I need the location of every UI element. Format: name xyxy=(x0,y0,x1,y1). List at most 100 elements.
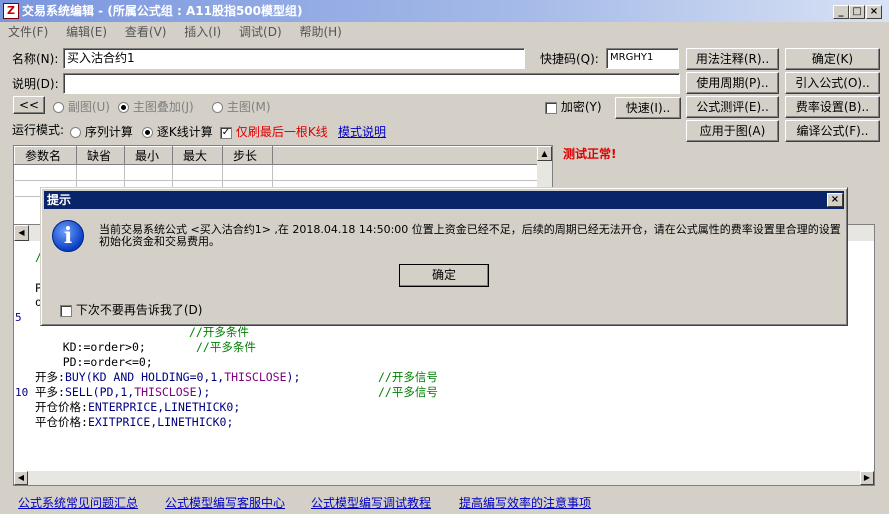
code-args: (PD,1, xyxy=(92,385,135,399)
code-label: 平多: xyxy=(35,385,65,399)
confirm-button[interactable]: 确定(K) xyxy=(785,48,880,70)
footer-link-faq[interactable]: 公式系统常见问题汇总 xyxy=(18,494,138,511)
menu-debug[interactable]: 调试(D) xyxy=(239,25,282,39)
code-end: ); xyxy=(286,370,301,384)
alert-dialog: 提示 × i 当前交易系统公式 <买入沽合约1> ,在 2018.04.18 1… xyxy=(40,187,848,326)
info-icon: i xyxy=(52,220,84,252)
code-end: ; xyxy=(233,400,241,414)
code-function: SELL xyxy=(64,385,93,399)
radio-main-chart[interactable]: 主图(M) xyxy=(212,98,271,115)
encrypt-checkbox-box[interactable] xyxy=(545,101,557,114)
line-gutter: 5 10 xyxy=(14,241,34,469)
code-function: ENTERPRICE xyxy=(87,400,158,414)
radio-main-overlay-label: 主图叠加(J) xyxy=(132,100,194,114)
radio-subchart[interactable]: 副图(U) xyxy=(53,98,110,115)
collapse-button[interactable]: << xyxy=(13,96,45,114)
code-constant: THISCLOSE xyxy=(224,370,287,384)
menu-file[interactable]: 文件(F) xyxy=(8,25,48,39)
code-constant: THISCLOSE xyxy=(134,385,197,399)
encrypt-checkbox[interactable]: 加密(Y) xyxy=(545,98,602,115)
radio-series-calc[interactable]: 序列计算 xyxy=(70,123,133,140)
close-button[interactable]: × xyxy=(866,5,882,19)
menu-bar: 文件(F) 编辑(E) 查看(V) 插入(I) 调试(D) 帮助(H) xyxy=(0,22,889,42)
mode-help-link[interactable]: 模式说明 xyxy=(338,123,386,140)
test-status: 测试正常! xyxy=(563,147,617,161)
formula-test-button[interactable]: 公式测评(E).. xyxy=(686,96,779,118)
dialog-close-icon[interactable]: × xyxy=(827,193,843,207)
dont-tell-checkbox-box[interactable] xyxy=(60,304,72,317)
code-constant: LINETHICK0 xyxy=(164,400,234,414)
code-end: ; xyxy=(226,415,234,429)
code-args: (KD AND HOLDING=0,1, xyxy=(85,370,225,384)
apply-to-chart-button[interactable]: 应用于图(A) xyxy=(686,120,779,142)
col-step[interactable]: 步长 xyxy=(222,146,273,165)
menu-view[interactable]: 查看(V) xyxy=(125,25,167,39)
editor-hscroll[interactable]: ◀ ▶ xyxy=(14,471,874,485)
menu-edit[interactable]: 编辑(E) xyxy=(66,25,107,39)
footer-link-efficiency[interactable]: 提高编写效率的注意事项 xyxy=(459,494,591,511)
only-last-checkbox-box[interactable]: ✓ xyxy=(220,126,232,139)
menu-insert[interactable]: 插入(I) xyxy=(184,25,221,39)
code-constant: LINETHICK0 xyxy=(157,415,227,429)
fee-settings-button[interactable]: 费率设置(B).. xyxy=(785,96,880,118)
col-filler xyxy=(272,146,538,165)
col-min[interactable]: 最小 xyxy=(124,146,173,165)
radio-series-calc-label: 序列计算 xyxy=(84,125,133,139)
radio-main-overlay[interactable]: 主图叠加(J) xyxy=(118,98,194,115)
shortcut-label: 快捷码(Q): xyxy=(540,52,599,66)
dont-tell-checkbox[interactable]: 下次不要再告诉我了(D) xyxy=(60,301,202,318)
dialog-message: 当前交易系统公式 <买入沽合约1> ,在 2018.04.18 14:50:00… xyxy=(99,223,841,248)
only-last-label: 仅刷最后一根K线 xyxy=(235,125,328,139)
minimize-button[interactable]: _ xyxy=(833,5,849,19)
compile-formula-button[interactable]: 编译公式(F).. xyxy=(785,120,880,142)
only-last-checkbox[interactable]: ✓ 仅刷最后一根K线 xyxy=(220,123,328,140)
radio-main-overlay-dot[interactable] xyxy=(118,102,129,113)
menu-help[interactable]: 帮助(H) xyxy=(299,25,341,39)
col-default[interactable]: 缺省 xyxy=(76,146,125,165)
col-param-name[interactable]: 参数名 xyxy=(14,146,77,165)
radio-subchart-dot[interactable] xyxy=(53,102,64,113)
code-line: 开多:BUY(KD AND HOLDING=0,1,THISCLOSE); xyxy=(35,370,300,385)
table-row[interactable] xyxy=(14,164,538,181)
name-label: 名称(N): xyxy=(12,52,59,66)
code-label: 平仓价格: xyxy=(35,415,88,429)
code-comment: //开多信号 xyxy=(378,370,438,384)
fast-button[interactable]: 快速(I).. xyxy=(615,97,681,119)
window-title: 交易系统编辑 - (所属公式组 : A11股指500模型组) xyxy=(22,4,303,18)
code-comment: //平多信号 xyxy=(378,385,438,399)
radio-per-bar-calc[interactable]: 逐K线计算 xyxy=(142,123,213,140)
code-text: PD:=order<=0; xyxy=(62,355,153,369)
line-number: 10 xyxy=(15,386,29,399)
scroll-right-icon[interactable]: ▶ xyxy=(860,471,874,485)
code-label: 开仓价格: xyxy=(35,400,88,414)
code-line: 平仓价格:EXITPRICE,LINETHICK0; xyxy=(35,415,233,430)
code-line: 开仓价格:ENTERPRICE,LINETHICK0; xyxy=(35,400,240,415)
radio-main-chart-label: 主图(M) xyxy=(226,100,271,114)
desc-input[interactable] xyxy=(63,73,680,94)
radio-subchart-label: 副图(U) xyxy=(67,100,110,114)
dialog-ok-button[interactable]: 确定 xyxy=(399,264,489,287)
dont-tell-label: 下次不要再告诉我了(D) xyxy=(75,303,203,317)
radio-series-calc-dot[interactable] xyxy=(70,127,81,138)
scroll-left-icon[interactable]: ◀ xyxy=(14,225,29,241)
run-mode-label: 运行模式: xyxy=(12,123,65,137)
code-label: 开多: xyxy=(35,370,65,384)
footer-link-support[interactable]: 公式模型编写客服中心 xyxy=(165,494,285,511)
name-input[interactable]: 买入沽合约1 xyxy=(63,48,525,69)
line-number: 5 xyxy=(15,311,22,324)
radio-per-bar-calc-dot[interactable] xyxy=(142,127,153,138)
footer-link-tutorial[interactable]: 公式模型编写调试教程 xyxy=(311,494,431,511)
usage-note-button[interactable]: 用法注释(R).. xyxy=(686,48,779,70)
maximize-button[interactable]: □ xyxy=(849,5,865,19)
desc-label: 说明(D): xyxy=(12,77,59,91)
radio-main-chart-dot[interactable] xyxy=(212,102,223,113)
code-function: BUY xyxy=(64,370,86,384)
import-formula-button[interactable]: 引入公式(O).. xyxy=(785,72,880,94)
radio-per-bar-calc-label: 逐K线计算 xyxy=(156,125,213,139)
encrypt-label: 加密(Y) xyxy=(560,100,602,114)
use-period-button[interactable]: 使用周期(P).. xyxy=(686,72,779,94)
col-max[interactable]: 最大 xyxy=(172,146,223,165)
shortcut-input[interactable]: MRGHY1 xyxy=(606,48,679,69)
scroll-up-icon[interactable]: ▲ xyxy=(537,146,552,161)
scroll-left-icon[interactable]: ◀ xyxy=(14,471,28,485)
